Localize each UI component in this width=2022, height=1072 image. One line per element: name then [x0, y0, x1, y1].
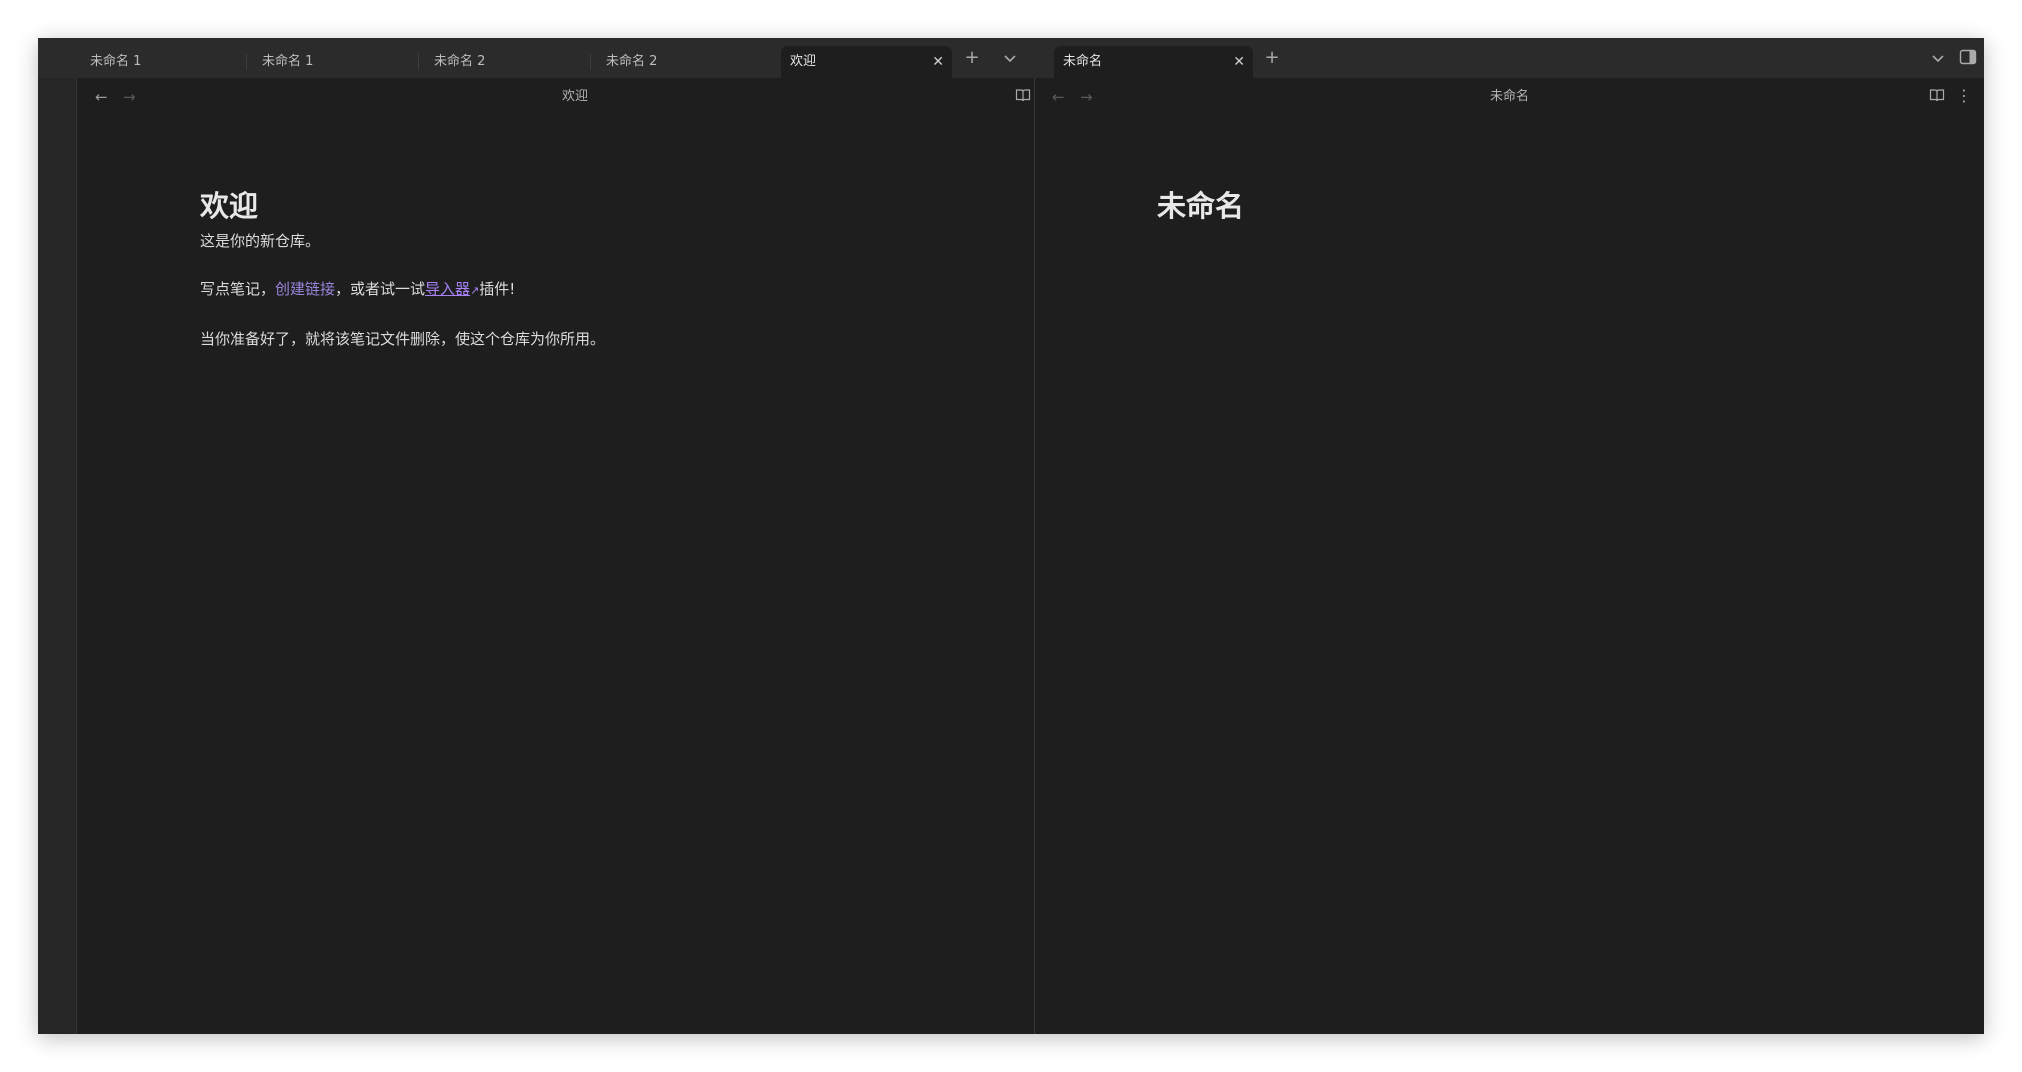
tab-welcome[interactable]: 欢迎 ✕: [781, 46, 952, 78]
left-pane: ← → 欢迎 ⋮ 欢迎 这是你的新仓库。 写点笔记，创建链接，或者试一试导入器↗…: [78, 78, 1072, 1034]
sidebar-toggle-button[interactable]: [1958, 48, 1978, 68]
sidebar-right-icon: [1959, 49, 1977, 65]
tab-label: 未命名 1: [262, 54, 314, 69]
tab-list-button[interactable]: [1000, 48, 1020, 68]
tab-untitled-right[interactable]: 未命名 ✕: [1054, 46, 1253, 78]
tab-label: 未命名 1: [90, 54, 142, 69]
tab-label: 未命名: [1063, 54, 1103, 69]
external-link-icon: ↗: [470, 284, 480, 297]
reading-view-button[interactable]: [1927, 87, 1947, 107]
new-tab-button-right[interactable]: +: [1262, 48, 1282, 68]
plus-icon: +: [964, 47, 980, 68]
view-header: ← → 欢迎 ⋮: [78, 78, 1072, 116]
tab-list-button-right[interactable]: [1928, 48, 1948, 68]
left-ribbon: [38, 78, 77, 1034]
chevron-down-icon: [1932, 55, 1944, 63]
new-tab-button[interactable]: +: [962, 48, 982, 68]
view-header: ← → 未命名 ⋮: [1035, 78, 1984, 116]
tab-divider: [590, 54, 591, 70]
more-vertical-icon: ⋮: [1956, 86, 1972, 105]
view-title[interactable]: 欢迎: [78, 78, 1072, 116]
book-open-icon: [1929, 89, 1945, 102]
view-title[interactable]: 未命名: [1035, 78, 1984, 116]
note-content: 欢迎 这是你的新仓库。 写点笔记，创建链接，或者试一试导入器↗插件! 当你准备好…: [200, 186, 605, 350]
tab-divider: [246, 54, 247, 70]
reading-view-button[interactable]: [1013, 87, 1033, 107]
tab-label: 未命名 2: [434, 54, 486, 69]
tab-untitled-2b[interactable]: 未命名 2: [597, 46, 761, 78]
tab-divider: [418, 54, 419, 70]
note-content: 未命名: [1157, 186, 1244, 226]
book-open-icon: [1015, 89, 1031, 102]
plus-icon: +: [1264, 47, 1280, 68]
create-link-link[interactable]: 创建链接: [275, 280, 335, 298]
tab-untitled-1a[interactable]: 未命名 1: [81, 46, 245, 78]
text-span: 插件!: [479, 280, 516, 298]
text-span: ，或者试一试: [335, 280, 426, 298]
tab-bar: 未命名 1 未命名 1 未命名 2 未命名 2 欢迎 ✕ + 未命名 ✕ +: [38, 38, 1984, 78]
note-heading: 欢迎: [200, 189, 259, 223]
right-pane: ← → 未命名 ⋮ 未命名: [1034, 78, 1984, 1034]
text-span: 写点笔记，: [200, 280, 276, 298]
more-options-button[interactable]: ⋮: [1954, 86, 1974, 106]
note-paragraph: 这是你的新仓库。: [200, 232, 321, 250]
close-icon[interactable]: ✕: [932, 46, 944, 78]
tab-label: 未命名 2: [606, 54, 658, 69]
note-paragraph: 写点笔记，创建链接，或者试一试导入器↗插件!: [200, 278, 605, 302]
tab-label: 欢迎: [790, 54, 817, 69]
note-heading: 未命名: [1157, 189, 1245, 223]
chevron-down-icon: [1004, 55, 1016, 63]
close-icon[interactable]: ✕: [1233, 46, 1245, 78]
importer-link[interactable]: 导入器: [425, 280, 470, 298]
note-paragraph: 当你准备好了，就将该笔记文件删除，使这个仓库为你所用。: [200, 330, 606, 348]
tab-untitled-2a[interactable]: 未命名 2: [425, 46, 589, 78]
app-window: 未命名 1 未命名 1 未命名 2 未命名 2 欢迎 ✕ + 未命名 ✕ + ←…: [38, 38, 1984, 1034]
tab-untitled-1b[interactable]: 未命名 1: [253, 46, 417, 78]
